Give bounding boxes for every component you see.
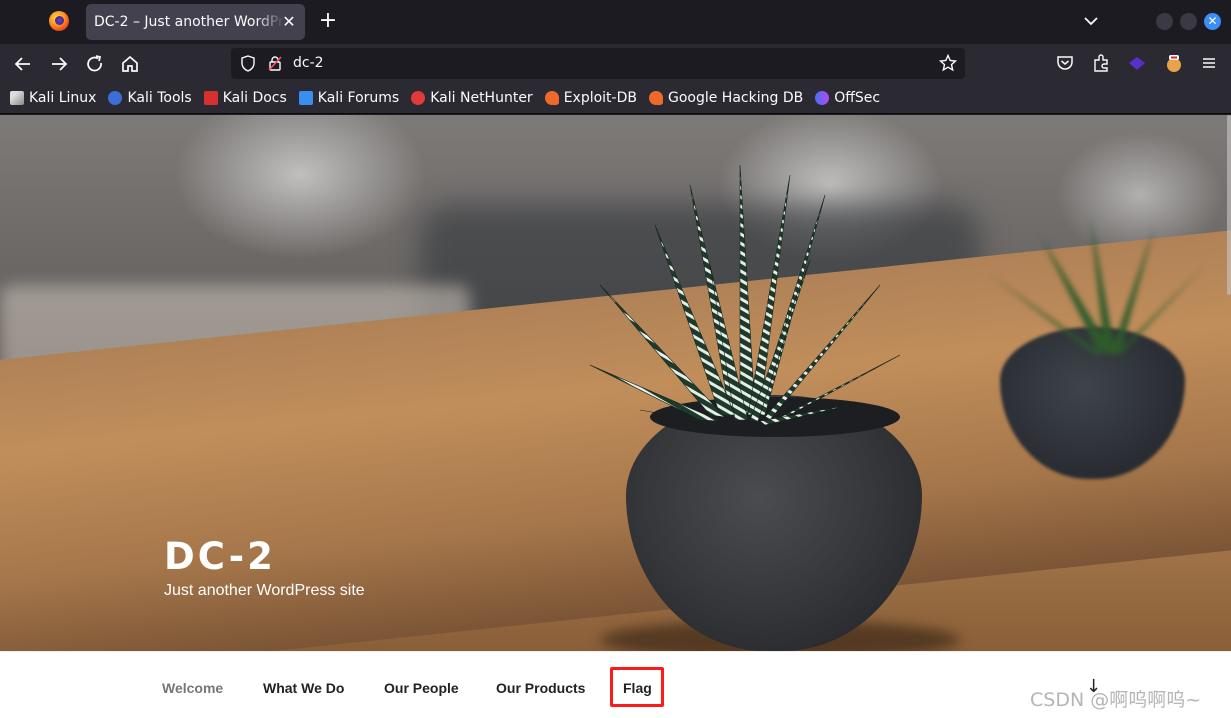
tracking-shield-icon[interactable]: [240, 55, 256, 72]
tab-close-icon[interactable]: ✕: [279, 12, 299, 32]
nav-item-our-products[interactable]: Our Products: [496, 680, 585, 696]
insecure-lock-icon[interactable]: [268, 55, 282, 72]
bookmark-offsec[interactable]: OffSec: [815, 90, 880, 106]
window-close-button[interactable]: ✕: [1204, 13, 1221, 30]
site-description: Just another WordPress site: [164, 582, 365, 599]
nav-item-our-people[interactable]: Our People: [384, 680, 459, 696]
flag-highlight-box: [610, 667, 664, 707]
site-title[interactable]: DC-2: [164, 535, 276, 578]
tab-title: DC-2 – Just another WordPress Site: [94, 14, 284, 30]
tab-strip: DC-2 – Just another WordPress Site ✕ + ✕: [0, 0, 1231, 44]
bookmark-label: Kali Linux: [29, 89, 97, 106]
address-bar[interactable]: dc-2: [231, 48, 965, 79]
back-icon[interactable]: [10, 51, 36, 77]
bookmark-exploit-db[interactable]: Exploit-DB: [544, 89, 637, 106]
nav-item-what-we-do[interactable]: What We Do: [263, 680, 344, 696]
bookmark-kali-docs[interactable]: Kali Docs: [203, 89, 287, 106]
ghdb-icon: [648, 90, 663, 105]
kali-dragon-icon: [10, 90, 24, 105]
bookmark-kali-nethunter[interactable]: Kali NetHunter: [411, 89, 533, 106]
bookmark-star-icon[interactable]: [939, 54, 957, 72]
bookmark-label: Exploit-DB: [563, 89, 637, 106]
bookmarks-toolbar: Kali Linux Kali Tools Kali Docs Kali For…: [0, 82, 1231, 114]
forward-icon[interactable]: [46, 51, 72, 77]
background-plant: [990, 215, 1205, 355]
firefox-icon[interactable]: [49, 11, 69, 31]
bookmark-kali-forums[interactable]: Kali Forums: [298, 89, 400, 106]
bookmark-kali-tools[interactable]: Kali Tools: [108, 89, 192, 106]
bookmark-kali-linux[interactable]: Kali Linux: [10, 90, 96, 106]
new-tab-button[interactable]: +: [316, 9, 340, 33]
nav-item-welcome[interactable]: Welcome: [162, 680, 223, 696]
succulent-plant: [589, 165, 901, 426]
maximize-button[interactable]: [1180, 13, 1197, 30]
hamburger-menu-icon[interactable]: [1198, 52, 1220, 74]
home-icon[interactable]: [117, 51, 143, 77]
extension-cookie-icon[interactable]: [1163, 52, 1185, 74]
page-scrollbar[interactable]: [1227, 115, 1231, 295]
chevron-down-icon[interactable]: [1080, 10, 1102, 32]
extension-purple-icon[interactable]: [1126, 52, 1148, 74]
bookmark-google-hacking-db[interactable]: Google Hacking DB: [648, 89, 804, 106]
bookmark-label: Kali Tools: [127, 89, 192, 106]
webpage-viewport: DC-2 Just another WordPress site Welcome…: [0, 115, 1231, 718]
header-hero-image: DC-2 Just another WordPress site: [0, 115, 1231, 651]
url-text[interactable]: dc-2: [293, 55, 324, 71]
active-tab[interactable]: DC-2 – Just another WordPress Site ✕: [86, 4, 305, 40]
offsec-icon: [815, 90, 830, 105]
kali-forums-icon: [298, 90, 313, 105]
minimize-button[interactable]: [1156, 13, 1173, 30]
csdn-watermark: CSDN @啊呜啊呜~: [1030, 689, 1202, 711]
kali-nethunter-icon: [411, 90, 426, 105]
reload-icon[interactable]: [82, 51, 108, 77]
navigation-toolbar: dc-2 10: [0, 44, 1231, 104]
bookmark-label: OffSec: [834, 89, 881, 106]
kali-docs-icon: [203, 90, 218, 105]
bookmark-label: Google Hacking DB: [667, 89, 804, 106]
extensions-icon[interactable]: [1090, 52, 1112, 74]
bookmark-label: Kali Docs: [222, 89, 287, 106]
exploit-db-icon: [544, 90, 559, 105]
kali-tools-icon: [108, 90, 123, 105]
pocket-icon[interactable]: [1054, 52, 1076, 74]
bookmark-label: Kali Forums: [317, 89, 400, 106]
bookmark-label: Kali NetHunter: [430, 89, 533, 106]
